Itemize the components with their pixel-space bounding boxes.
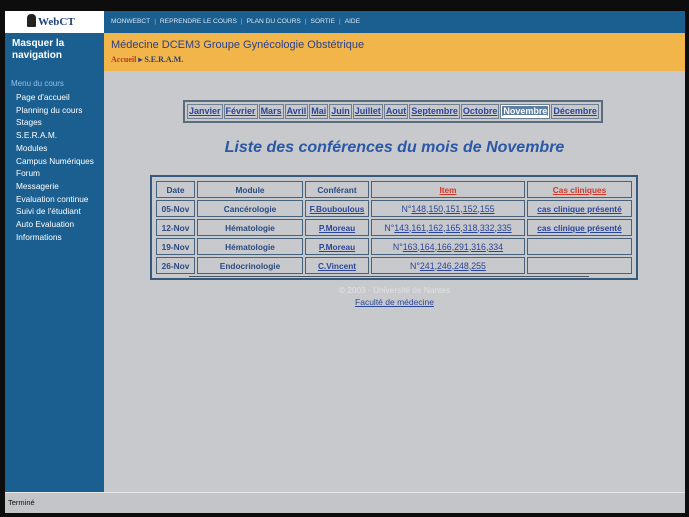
cell-items: N°163,164,166,291,316,334 — [371, 238, 525, 255]
webct-logo[interactable]: WebCT — [27, 14, 75, 28]
topnav-mywebct[interactable]: MONWEBCT — [111, 18, 150, 25]
cell-case-empty — [527, 238, 632, 255]
topnav-course-plan[interactable]: PLAN DU COURS — [247, 18, 301, 25]
item-prefix: N° — [392, 241, 403, 252]
month-selected-label: Novembre — [502, 106, 549, 116]
cell-items: N°148,150,151,152,155 — [371, 200, 525, 217]
breadcrumb: Accueil ▸ S.E.R.A.M. — [111, 55, 183, 64]
month-janvier[interactable]: Janvier — [187, 104, 223, 119]
month-novembre-selected[interactable]: Novembre — [500, 104, 551, 119]
breadcrumb-current: S.E.R.A.M. — [144, 55, 184, 64]
menu-item-seram[interactable]: S.E.R.A.M. — [16, 129, 94, 142]
items-link[interactable]: 143,161,162,165,318,332,335 — [394, 223, 511, 233]
month-juin[interactable]: Juin — [329, 104, 352, 119]
topnav-help[interactable]: AIDE — [345, 18, 360, 25]
browser-status-bar: Terminé — [5, 492, 685, 513]
cell-speaker-link[interactable]: P.Moreau — [305, 238, 369, 255]
topnav-separator: | — [240, 18, 243, 25]
month-aout[interactable]: Aout — [383, 104, 409, 119]
logo-area: WebCT — [5, 11, 104, 33]
table-row: 12-Nov Hématologie P.Moreau N°143,161,16… — [156, 219, 632, 236]
items-link[interactable]: 163,164,166,291,316,334 — [403, 242, 503, 252]
cell-module: Hématologie — [197, 238, 303, 255]
webct-logo-icon — [27, 14, 36, 27]
header-module: Module — [197, 181, 303, 198]
course-header: Médecine DCEM3 Groupe Gynécologie Obstét… — [104, 33, 685, 71]
breadcrumb-home[interactable]: Accueil — [111, 55, 136, 64]
table-row: 26-Nov Endocrinologie C.Vincent N°241,24… — [156, 257, 632, 274]
cell-date: 12-Nov — [156, 219, 195, 236]
topnav-separator: | — [304, 18, 307, 25]
table-row: 05-Nov Cancérologie F.Bouboulous N°148,1… — [156, 200, 632, 217]
topnav-resume-course[interactable]: REPRENDRE LE COURS — [160, 18, 237, 25]
month-juillet[interactable]: Juillet — [352, 104, 383, 119]
cell-speaker-link[interactable]: C.Vincent — [305, 257, 369, 274]
items-link[interactable]: 148,150,151,152,155 — [411, 204, 494, 214]
browser-screen: WebCT Masquer la navigation Menu du cour… — [5, 11, 685, 513]
footer-divider — [189, 276, 589, 277]
month-fevrier[interactable]: Février — [223, 104, 258, 119]
item-prefix: N° — [401, 203, 412, 214]
menu-item-evaluation[interactable]: Evaluation continue — [16, 193, 94, 206]
conference-table-frame: Date Module Conférant Item Cas cliniques… — [150, 175, 638, 280]
table-row: 19-Nov Hématologie P.Moreau N°163,164,16… — [156, 238, 632, 255]
menu-item-auto-evaluation[interactable]: Auto Evaluation — [16, 218, 94, 231]
logo-text: WebCT — [38, 16, 75, 28]
cell-date: 26-Nov — [156, 257, 195, 274]
cell-case-link[interactable]: cas clinique présenté — [527, 200, 632, 217]
month-decembre[interactable]: Décembre — [551, 104, 599, 119]
month-avril[interactable]: Avril — [284, 104, 309, 119]
month-selector: Janvier Février Mars Avril Mai Juin Juil… — [183, 100, 603, 123]
conference-table: Date Module Conférant Item Cas cliniques… — [154, 179, 634, 276]
item-prefix: N° — [410, 260, 420, 271]
top-navigation: MONWEBCT | REPRENDRE LE COURS | PLAN DU COUR… — [104, 11, 685, 33]
cell-items: N°241,246,248,255 — [371, 257, 525, 274]
course-menu: Page d'accueil Planning du cours Stages … — [16, 91, 94, 243]
month-mars[interactable]: Mars — [258, 104, 284, 119]
cell-speaker-link[interactable]: P.Moreau — [305, 219, 369, 236]
cell-module: Hématologie — [197, 219, 303, 236]
month-mai[interactable]: Mai — [309, 104, 329, 119]
menu-item-suivi[interactable]: Suivi de l'étudiant — [16, 205, 94, 218]
table-header-row: Date Module Conférant Item Cas cliniques — [156, 181, 632, 198]
breadcrumb-arrow-icon: ▸ — [138, 55, 143, 64]
cell-case-empty — [527, 257, 632, 274]
copyright-text: © 2003 - Université de Nantes — [338, 285, 451, 295]
topnav-separator: | — [154, 18, 156, 25]
menu-item-forum[interactable]: Forum — [16, 167, 94, 180]
page-title: Liste des conférences du mois de Novembr… — [224, 139, 565, 156]
hide-navigation-link[interactable]: Masquer la navigation — [12, 38, 100, 62]
menu-item-planning[interactable]: Planning du cours — [16, 104, 94, 117]
header-speaker: Conférant — [305, 181, 369, 198]
cell-module: Endocrinologie — [197, 257, 303, 274]
cell-module: Cancérologie — [197, 200, 303, 217]
cell-date: 19-Nov — [156, 238, 195, 255]
menu-title: Menu du cours — [11, 79, 64, 88]
menu-item-modules[interactable]: Modules — [16, 142, 94, 155]
faculty-link[interactable]: Faculté de médecine — [104, 297, 685, 307]
menu-item-messagerie[interactable]: Messagerie — [16, 180, 94, 193]
menu-item-campus[interactable]: Campus Numériques — [16, 155, 94, 168]
month-septembre[interactable]: Septembre — [409, 104, 460, 119]
cell-case-link[interactable]: cas clinique présenté — [527, 219, 632, 236]
header-item[interactable]: Item — [371, 181, 525, 198]
course-sidebar: WebCT Masquer la navigation Menu du cour… — [5, 11, 104, 492]
month-octobre[interactable]: Octobre — [460, 104, 500, 119]
menu-item-stages[interactable]: Stages — [16, 116, 94, 129]
header-date: Date — [156, 181, 195, 198]
header-cases[interactable]: Cas cliniques — [527, 181, 632, 198]
cell-date: 05-Nov — [156, 200, 195, 217]
menu-item-home[interactable]: Page d'accueil — [16, 91, 94, 104]
item-prefix: N° — [384, 222, 395, 233]
status-text: Terminé — [8, 498, 35, 507]
menu-item-informations[interactable]: Informations — [16, 231, 94, 244]
topnav-exit[interactable]: SORTIE — [311, 18, 335, 25]
cell-speaker-link[interactable]: F.Bouboulous — [305, 200, 369, 217]
items-link[interactable]: 241,246,248,255 — [420, 261, 486, 271]
topnav-separator: | — [338, 18, 341, 25]
course-title: Médecine DCEM3 Groupe Gynécologie Obstét… — [111, 39, 365, 51]
cell-items: N°143,161,162,165,318,332,335 — [371, 219, 525, 236]
